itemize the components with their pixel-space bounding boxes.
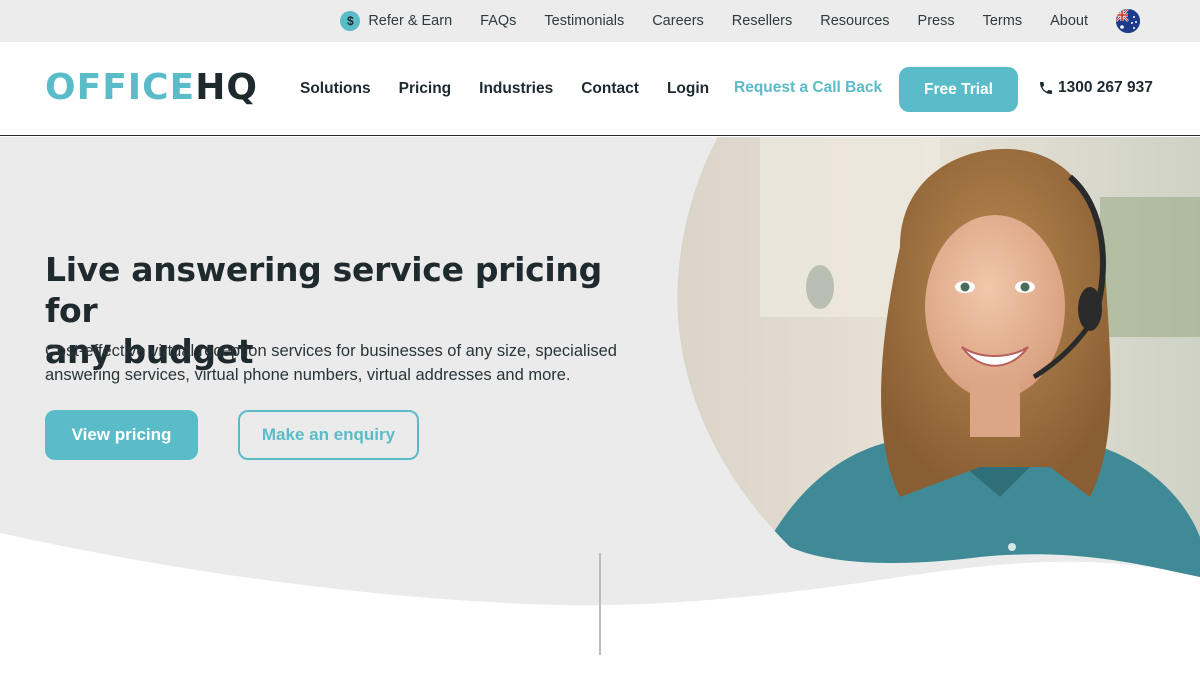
nav-items: Solutions Pricing Industries Contact Log… [300,42,709,136]
dollar-coin-icon: $ [340,11,361,31]
nav-item-industries[interactable]: Industries [479,80,553,98]
utility-link-resources[interactable]: Resources [820,13,889,29]
logo-office: OFFICE [45,67,196,108]
hero-subtext: Cost-effective virtual reception service… [45,339,655,387]
free-trial-button[interactable]: Free Trial [899,67,1018,112]
utility-link-testimonials[interactable]: Testimonials [544,13,624,29]
phone-number: 1300 267 937 [1058,79,1153,96]
subtext-line-1: Cost-effective virtual reception service… [45,342,617,360]
nav-item-contact[interactable]: Contact [581,80,639,98]
phone-link[interactable]: 1300 267 937 [1038,79,1153,97]
subtext-line-2: answering services, virtual phone number… [45,366,571,384]
phone-icon [1040,82,1052,94]
refer-earn-link[interactable]: $ Refer & Earn [340,11,452,31]
view-pricing-button[interactable]: View pricing [45,410,198,460]
nav-item-pricing[interactable]: Pricing [399,80,452,98]
headline-line-1: Live answering service pricing for [45,250,602,330]
utility-link-faqs[interactable]: FAQs [480,13,516,29]
utility-link-terms[interactable]: Terms [983,13,1022,29]
officehq-logo[interactable]: OFFICEHQ [45,68,258,108]
nav-item-solutions[interactable]: Solutions [300,80,371,98]
request-call-back-link[interactable]: Request a Call Back [734,79,882,97]
nav-item-login[interactable]: Login [667,80,709,98]
main-nav: OFFICEHQ Solutions Pricing Industries Co… [0,42,1200,136]
refer-earn-label: Refer & Earn [368,13,453,29]
scroll-divider-line [599,553,601,655]
logo-hq: HQ [195,67,258,108]
utility-bar: $ Refer & Earn FAQs Testimonials Careers… [0,0,1200,42]
australia-flag-icon[interactable] [1116,9,1140,33]
utility-links: $ Refer & Earn FAQs Testimonials Careers… [340,0,1140,42]
utility-link-careers[interactable]: Careers [652,13,704,29]
make-enquiry-button[interactable]: Make an enquiry [238,410,419,460]
utility-link-resellers[interactable]: Resellers [732,13,792,29]
utility-link-press[interactable]: Press [918,13,955,29]
hero-section: Live answering service pricing for any b… [0,137,1200,675]
utility-link-about[interactable]: About [1050,13,1088,29]
